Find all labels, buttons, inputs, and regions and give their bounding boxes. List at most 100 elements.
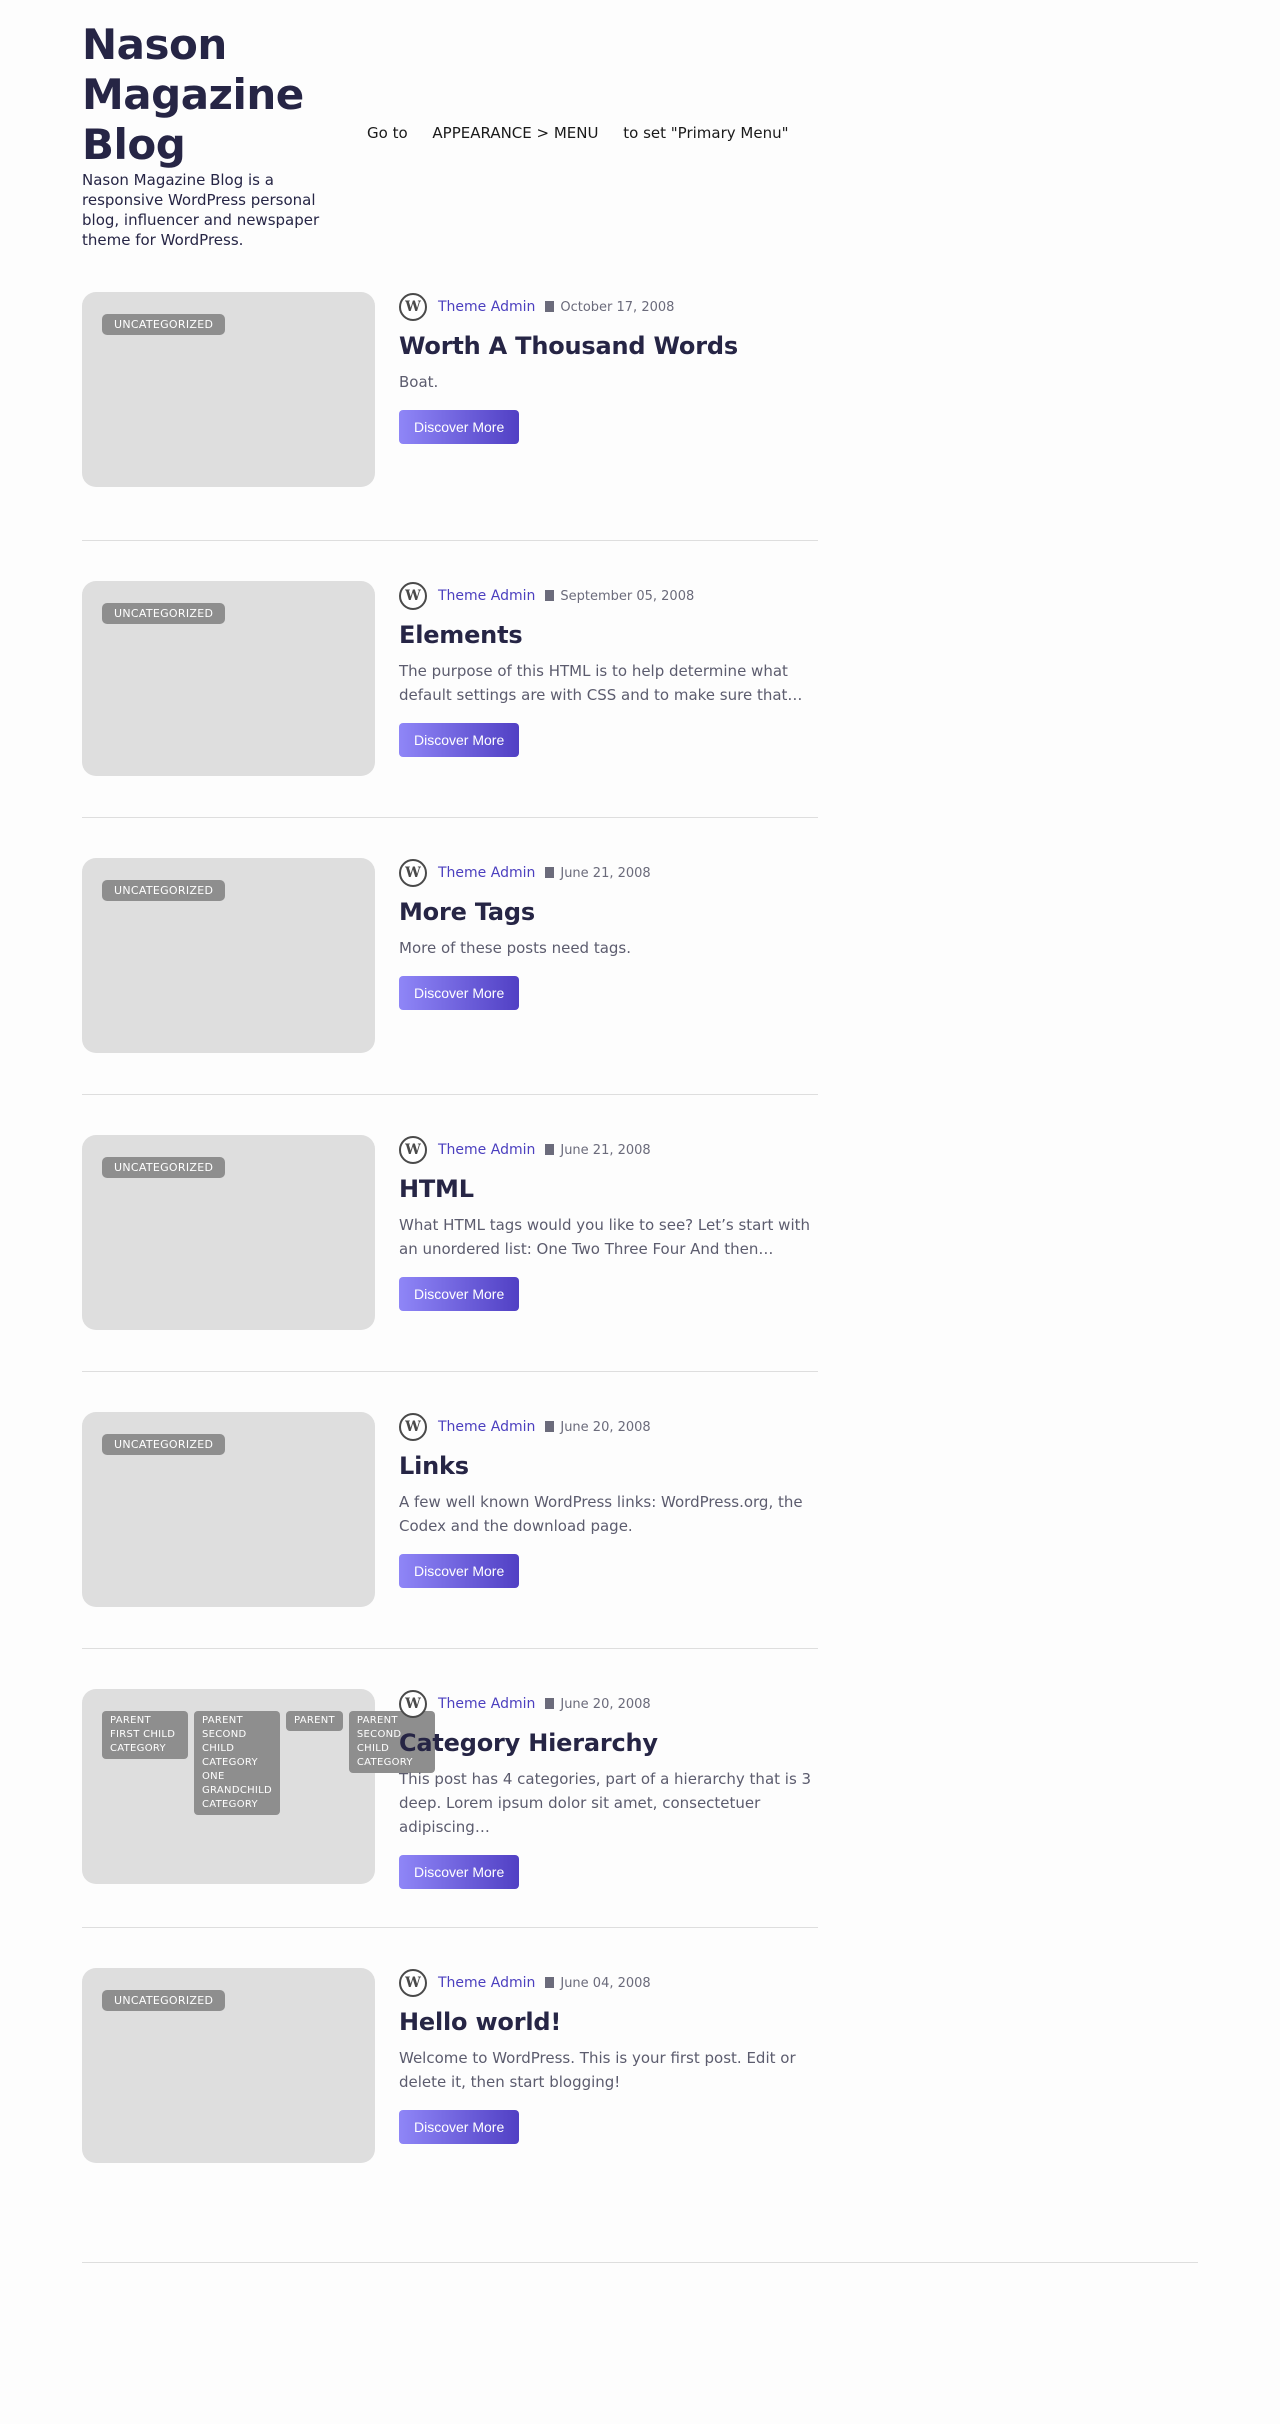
author-link[interactable]: Theme Admin: [438, 588, 535, 604]
post-date[interactable]: June 21, 2008: [560, 866, 650, 881]
post-content: W Theme Admin September 05, 2008 Element…: [399, 581, 818, 757]
post-content: W Theme Admin October 17, 2008 Worth A T…: [399, 292, 818, 444]
menu-notice-suffix: to set "Primary Menu": [623, 124, 789, 142]
author-link[interactable]: Theme Admin: [438, 1975, 535, 1991]
post-date[interactable]: June 21, 2008: [560, 1143, 650, 1158]
calendar-icon: [545, 866, 555, 878]
post-thumbnail[interactable]: UNCATEGORIZED: [82, 1412, 375, 1607]
post-title[interactable]: Hello world!: [399, 2006, 818, 2038]
discover-more-button[interactable]: Discover More: [399, 1554, 520, 1588]
category-badges: UNCATEGORIZED: [102, 1990, 226, 2011]
post-excerpt: The purpose of this HTML is to help dete…: [399, 662, 803, 704]
post-date[interactable]: June 04, 2008: [560, 1976, 650, 1991]
post-meta: W Theme Admin June 20, 2008: [399, 1412, 818, 1442]
calendar-icon: [545, 1976, 555, 1988]
wordpress-logo-icon[interactable]: W: [399, 1690, 427, 1718]
post-thumbnail[interactable]: UNCATEGORIZED: [82, 1968, 375, 2163]
post-card: UNCATEGORIZED W Theme Admin October 17, …: [82, 292, 818, 541]
category-badge[interactable]: UNCATEGORIZED: [102, 1990, 226, 2011]
wordpress-logo-icon[interactable]: W: [399, 582, 427, 610]
post-content: W Theme Admin June 21, 2008 More Tags Mo…: [399, 858, 818, 1010]
calendar-icon: [545, 1143, 555, 1155]
category-badge[interactable]: UNCATEGORIZED: [102, 1157, 226, 1178]
post-title[interactable]: HTML: [399, 1173, 818, 1205]
author-link[interactable]: Theme Admin: [438, 299, 535, 315]
post-excerpt: Welcome to WordPress. This is your first…: [399, 2049, 796, 2091]
post-excerpt: A few well known WordPress links: WordPr…: [399, 1493, 803, 1535]
post-date[interactable]: October 17, 2008: [560, 300, 674, 315]
site-title[interactable]: Nason Magazine Blog: [82, 20, 342, 170]
discover-more-button[interactable]: Discover More: [399, 723, 520, 757]
wordpress-logo-icon[interactable]: W: [399, 859, 427, 887]
post-excerpt: Boat.: [399, 373, 439, 391]
wordpress-logo-icon[interactable]: W: [399, 1413, 427, 1441]
menu-notice: Go to APPEARANCE > MENU to set "Primary …: [367, 124, 789, 142]
post-date[interactable]: September 05, 2008: [560, 589, 694, 604]
category-badges: UNCATEGORIZED: [102, 603, 226, 624]
post-card: PARENT FIRST CHILD CATEGORY PARENT SECON…: [82, 1689, 818, 1928]
post-card: UNCATEGORIZED W Theme Admin June 21, 200…: [82, 858, 818, 1095]
wordpress-logo-icon[interactable]: W: [399, 293, 427, 321]
menu-notice-path-link[interactable]: APPEARANCE > MENU: [432, 124, 598, 142]
post-card: UNCATEGORIZED W Theme Admin September 05…: [82, 581, 818, 818]
calendar-icon: [545, 300, 555, 312]
post-thumbnail[interactable]: UNCATEGORIZED: [82, 858, 375, 1053]
post-card: UNCATEGORIZED W Theme Admin June 20, 200…: [82, 1412, 818, 1649]
post-meta: W Theme Admin June 21, 2008: [399, 858, 818, 888]
post-title[interactable]: Elements: [399, 619, 818, 651]
post-title[interactable]: Links: [399, 1450, 818, 1482]
post-meta: W Theme Admin October 17, 2008: [399, 292, 818, 322]
post-date[interactable]: June 20, 2008: [560, 1420, 650, 1435]
post-meta: W Theme Admin June 20, 2008: [399, 1689, 818, 1719]
category-badge[interactable]: UNCATEGORIZED: [102, 880, 226, 901]
calendar-icon: [545, 1420, 555, 1432]
category-badges: UNCATEGORIZED: [102, 880, 226, 901]
discover-more-button[interactable]: Discover More: [399, 976, 520, 1010]
post-thumbnail[interactable]: PARENT FIRST CHILD CATEGORY PARENT SECON…: [82, 1689, 435, 1884]
author-link[interactable]: Theme Admin: [438, 865, 535, 881]
calendar-icon: [545, 589, 555, 601]
category-badge[interactable]: UNCATEGORIZED: [102, 314, 226, 335]
category-badge[interactable]: UNCATEGORIZED: [102, 1434, 226, 1455]
category-badges: UNCATEGORIZED: [102, 1434, 226, 1455]
post-content: W Theme Admin June 20, 2008 Category Hie…: [399, 1689, 818, 1889]
post-thumbnail[interactable]: UNCATEGORIZED: [82, 581, 375, 776]
post-content: W Theme Admin June 20, 2008 Links A few …: [399, 1412, 818, 1588]
post-content: W Theme Admin June 21, 2008 HTML What HT…: [399, 1135, 818, 1311]
calendar-icon: [545, 1697, 555, 1709]
post-excerpt: This post has 4 categories, part of a hi…: [399, 1770, 812, 1836]
category-badges: UNCATEGORIZED: [102, 1157, 226, 1178]
post-content: W Theme Admin June 04, 2008 Hello world!…: [399, 1968, 818, 2144]
discover-more-button[interactable]: Discover More: [399, 1277, 520, 1311]
author-link[interactable]: Theme Admin: [438, 1696, 535, 1712]
discover-more-button[interactable]: Discover More: [399, 410, 520, 444]
post-title[interactable]: More Tags: [399, 896, 818, 928]
post-list: UNCATEGORIZED W Theme Admin October 17, …: [82, 292, 818, 2203]
category-badges: UNCATEGORIZED: [102, 314, 226, 335]
post-thumbnail[interactable]: UNCATEGORIZED: [82, 292, 375, 487]
post-excerpt: What HTML tags would you like to see? Le…: [399, 1216, 810, 1258]
author-link[interactable]: Theme Admin: [438, 1142, 535, 1158]
category-badge[interactable]: PARENT FIRST CHILD CATEGORY: [102, 1711, 188, 1759]
post-thumbnail[interactable]: UNCATEGORIZED: [82, 1135, 375, 1330]
post-excerpt: More of these posts need tags.: [399, 939, 632, 957]
author-link[interactable]: Theme Admin: [438, 1419, 535, 1435]
site-description: Nason Magazine Blog is a responsive Word…: [82, 171, 320, 249]
post-title[interactable]: Category Hierarchy: [399, 1727, 818, 1759]
category-badge[interactable]: PARENT: [286, 1711, 343, 1731]
category-badge[interactable]: PARENT SECOND CHILD CATEGORY ONE GRANDCH…: [194, 1711, 280, 1815]
discover-more-button[interactable]: Discover More: [399, 2110, 520, 2144]
post-date[interactable]: June 20, 2008: [560, 1697, 650, 1712]
post-title[interactable]: Worth A Thousand Words: [399, 330, 818, 362]
site-header: Nason Magazine Blog Nason Magazine Blog …: [82, 20, 1198, 250]
post-card: UNCATEGORIZED W Theme Admin June 21, 200…: [82, 1135, 818, 1372]
footer-divider: [82, 2262, 1198, 2263]
category-badge[interactable]: UNCATEGORIZED: [102, 603, 226, 624]
wordpress-logo-icon[interactable]: W: [399, 1969, 427, 1997]
wordpress-logo-icon[interactable]: W: [399, 1136, 427, 1164]
post-meta: W Theme Admin June 21, 2008: [399, 1135, 818, 1165]
post-meta: W Theme Admin June 04, 2008: [399, 1968, 818, 1998]
category-badges: PARENT FIRST CHILD CATEGORY PARENT SECON…: [102, 1711, 435, 1815]
discover-more-button[interactable]: Discover More: [399, 1855, 520, 1889]
menu-notice-prefix: Go to: [367, 124, 408, 142]
